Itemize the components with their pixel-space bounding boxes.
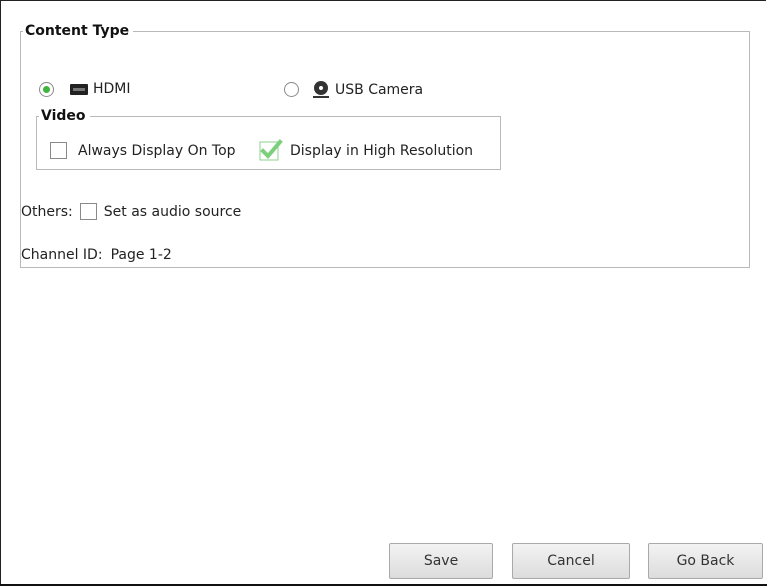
usb-camera-radio[interactable] [284,82,299,97]
channel-row: Channel ID: Page 1-2 [21,247,172,263]
always-on-top-option[interactable]: Always Display On Top [50,142,236,159]
cancel-button[interactable]: Cancel [512,543,630,579]
high-resolution-checkbox[interactable] [259,139,283,161]
usb-camera-option[interactable]: USB Camera [284,81,423,98]
hdmi-label: HDMI [93,81,131,97]
save-button[interactable]: Save [389,543,493,579]
channel-id-label: Channel ID: [21,247,103,263]
checkmark-icon [259,139,283,161]
content-type-legend: Content Type [25,23,130,39]
video-legend: Video [41,108,86,124]
always-on-top-label[interactable]: Always Display On Top [78,143,236,159]
others-label: Others: [21,203,73,220]
webcam-icon [313,81,329,98]
audio-source-checkbox[interactable] [79,203,97,220]
audio-source-label[interactable]: Set as audio source [104,204,242,220]
others-row: Others: Set as audio source [21,203,241,220]
usb-camera-label: USB Camera [335,81,424,98]
channel-id-value: Page 1-2 [110,247,172,263]
high-resolution-option[interactable]: Display in High Resolution [259,139,473,161]
always-on-top-checkbox[interactable] [50,142,67,159]
hdmi-option[interactable]: HDMI [39,81,131,97]
video-group: Video Always Display On Top Display in H… [36,108,501,170]
hdmi-radio[interactable] [39,81,54,97]
go-back-button[interactable]: Go Back [648,543,763,579]
high-resolution-label[interactable]: Display in High Resolution [290,143,473,159]
hdmi-icon [70,83,88,95]
